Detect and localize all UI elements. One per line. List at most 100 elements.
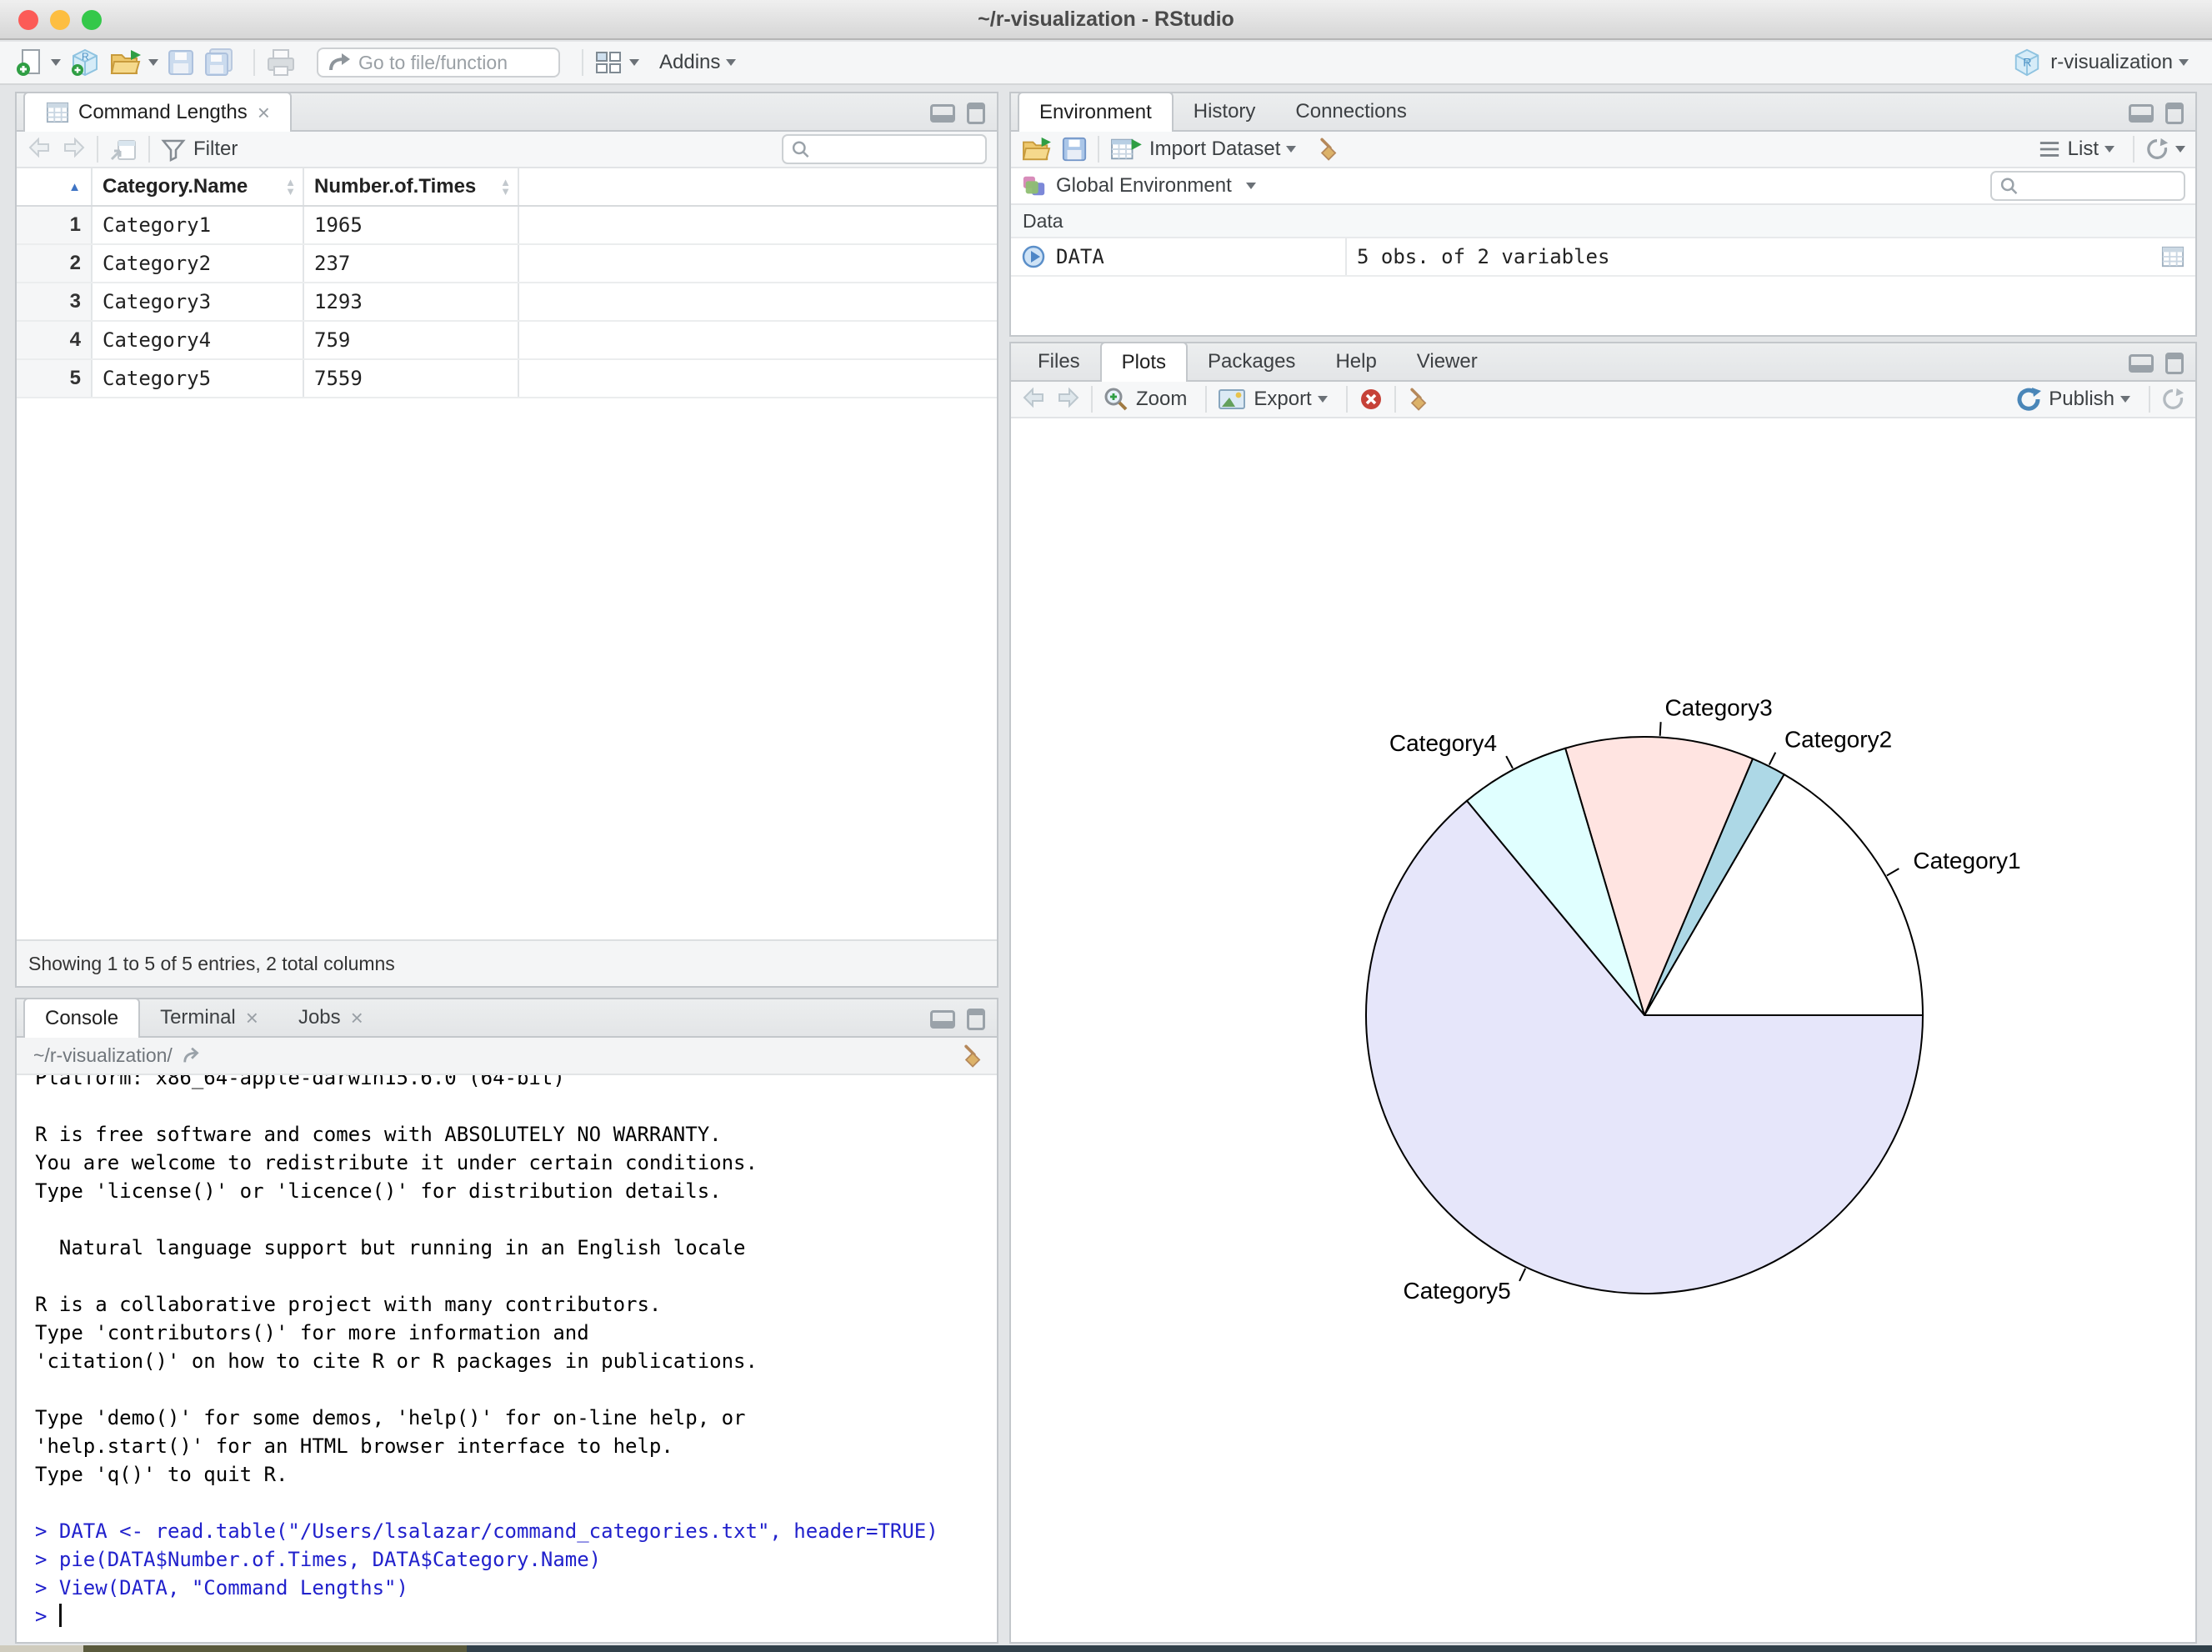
- environment-search-box[interactable]: [1990, 171, 2185, 201]
- minimize-pane-icon[interactable]: [930, 104, 955, 123]
- pane-layout-button[interactable]: [593, 49, 639, 76]
- pie-label: Category1: [1913, 848, 2020, 874]
- plots-toolbar: Zoom Export Publish: [1011, 382, 2195, 418]
- previous-plot-icon[interactable]: [1021, 386, 1049, 413]
- addins-button[interactable]: Addins: [659, 51, 737, 74]
- tab-terminal[interactable]: Terminal ×: [140, 999, 278, 1036]
- next-plot-icon[interactable]: [1053, 386, 1081, 413]
- publish-plot-button[interactable]: Publish: [2015, 386, 2130, 413]
- tab-jobs[interactable]: Jobs ×: [278, 999, 383, 1036]
- open-file-caret-icon: [148, 59, 158, 66]
- expand-object-icon[interactable]: [1021, 244, 1046, 269]
- maximize-pane-icon[interactable]: [2165, 353, 2184, 374]
- console-output[interactable]: Platform: x86_64-apple-darwin15.6.0 (64-…: [17, 1075, 997, 1642]
- maximize-pane-icon[interactable]: [2165, 103, 2184, 124]
- load-workspace-icon[interactable]: [1021, 136, 1053, 163]
- tab-history[interactable]: History: [1174, 93, 1276, 130]
- entries-summary: Showing 1 to 5 of 5 entries, 2 total col…: [28, 952, 395, 974]
- working-directory-label: ~/r-visualization/: [33, 1044, 173, 1066]
- view-table-icon[interactable]: [2160, 245, 2185, 268]
- table-row[interactable]: 5 Category5 7559: [17, 360, 997, 398]
- tab-plots[interactable]: Plots: [1099, 342, 1189, 382]
- save-all-button[interactable]: [203, 48, 235, 78]
- tab-help[interactable]: Help: [1315, 343, 1396, 380]
- table-row[interactable]: 4 Category4 759: [17, 322, 997, 360]
- close-icon[interactable]: ×: [246, 1005, 258, 1031]
- refresh-plot-icon[interactable]: [2160, 387, 2185, 412]
- goto-directory-icon[interactable]: [181, 1045, 204, 1067]
- maximize-pane-icon[interactable]: [967, 1009, 985, 1030]
- import-dataset-caret-icon: [1286, 146, 1297, 153]
- tab-command-lengths[interactable]: Command Lengths ×: [23, 92, 292, 132]
- object-name: DATA: [1056, 245, 1104, 268]
- text-cursor: [58, 1604, 62, 1627]
- number-of-times-cell: 1293: [303, 283, 519, 320]
- column-label: Number.of.Times: [314, 175, 477, 198]
- row-number-cell: 3: [17, 283, 91, 320]
- viewer-search-input[interactable]: [810, 138, 978, 160]
- remove-plot-icon[interactable]: [1358, 386, 1384, 413]
- pie-label: Category5: [1403, 1278, 1510, 1304]
- minimize-pane-icon[interactable]: [2129, 354, 2154, 373]
- column-header-category-name[interactable]: Category.Name ▲ ▼: [91, 168, 303, 205]
- goto-file-function-input[interactable]: Go to file/function: [317, 48, 560, 78]
- environment-object-row[interactable]: DATA 5 obs. of 2 variables: [1011, 238, 2195, 277]
- table-body: 1 Category1 1965 2 Category2 237 3 Category3 129…: [17, 207, 997, 398]
- open-new-window-icon[interactable]: [108, 136, 138, 163]
- tab-console[interactable]: Console: [23, 998, 141, 1038]
- new-project-button[interactable]: R: [69, 47, 101, 78]
- console-line: Type 'demo()' for some demos, 'help()' f…: [35, 1406, 746, 1429]
- column-header-number-of-times[interactable]: Number.of.Times ▲ ▼: [303, 168, 519, 205]
- publish-caret-icon: [2120, 396, 2130, 403]
- print-button[interactable]: [265, 48, 297, 77]
- close-icon[interactable]: ×: [258, 100, 270, 126]
- minimize-pane-icon[interactable]: [930, 1010, 955, 1029]
- environment-pane: Environment History Connections Import D…: [1009, 92, 2197, 337]
- close-icon[interactable]: ×: [351, 1005, 363, 1031]
- export-plot-button[interactable]: Export: [1217, 387, 1328, 412]
- project-menu-button[interactable]: R r-visualization: [2012, 48, 2189, 78]
- viewer-tabbar: Command Lengths ×: [17, 92, 997, 132]
- table-row[interactable]: 3 Category3 1293: [17, 283, 997, 322]
- plots-tab-label: Plots: [1121, 351, 1167, 373]
- back-icon[interactable]: [27, 136, 55, 163]
- project-name-label: r-visualization: [2050, 51, 2173, 73]
- screen-bottom-edge: [0, 1645, 2212, 1652]
- viewer-footer: Showing 1 to 5 of 5 entries, 2 total col…: [17, 939, 997, 986]
- save-button[interactable]: [167, 48, 195, 77]
- scope-caret-icon[interactable]: [1245, 183, 1256, 189]
- save-icon: [168, 50, 193, 75]
- filter-button[interactable]: Filter: [160, 136, 238, 163]
- maximize-pane-icon[interactable]: [967, 103, 985, 124]
- tab-environment[interactable]: Environment: [1018, 92, 1174, 132]
- row-number-cell: 5: [17, 360, 91, 397]
- scope-selector[interactable]: Global Environment: [1056, 174, 1232, 198]
- table-row[interactable]: 1 Category1 1965: [17, 207, 997, 245]
- import-dataset-button[interactable]: Import Dataset: [1109, 136, 1297, 163]
- console-line: > pie(DATA$Number.of.Times, DATA$Categor…: [35, 1548, 602, 1571]
- list-view-button[interactable]: List: [2038, 138, 2114, 161]
- zoom-plot-button[interactable]: Zoom: [1103, 386, 1187, 413]
- clear-plots-broom-icon[interactable]: [1406, 385, 1433, 413]
- environment-search-input[interactable]: [2019, 175, 2177, 197]
- tab-connections[interactable]: Connections: [1275, 93, 1426, 130]
- clear-environment-broom-icon[interactable]: [1316, 135, 1343, 163]
- toolbar-separator: [1091, 386, 1093, 413]
- pie-label: Category3: [1664, 695, 1772, 721]
- new-file-button[interactable]: [15, 48, 61, 78]
- refresh-environment-button[interactable]: [2144, 137, 2185, 162]
- open-file-button[interactable]: [109, 48, 158, 77]
- tab-viewer[interactable]: Viewer: [1397, 343, 1498, 380]
- tab-packages[interactable]: Packages: [1188, 343, 1315, 380]
- rownum-header-cell[interactable]: ▲: [17, 168, 91, 205]
- minimize-pane-icon[interactable]: [2129, 104, 2154, 123]
- column-sort-icons: ▲ ▼: [500, 176, 511, 198]
- tab-files[interactable]: Files: [1018, 343, 1100, 380]
- save-workspace-icon[interactable]: [1061, 136, 1088, 163]
- console-pane: Console Terminal × Jobs × ~/r-visualizat…: [15, 998, 998, 1644]
- table-row[interactable]: 2 Category2 237: [17, 245, 997, 283]
- forward-icon[interactable]: [58, 136, 87, 163]
- viewer-search-box[interactable]: [782, 134, 987, 164]
- environment-tab-label: Environment: [1039, 101, 1152, 123]
- clear-console-broom-icon[interactable]: [960, 1042, 987, 1070]
